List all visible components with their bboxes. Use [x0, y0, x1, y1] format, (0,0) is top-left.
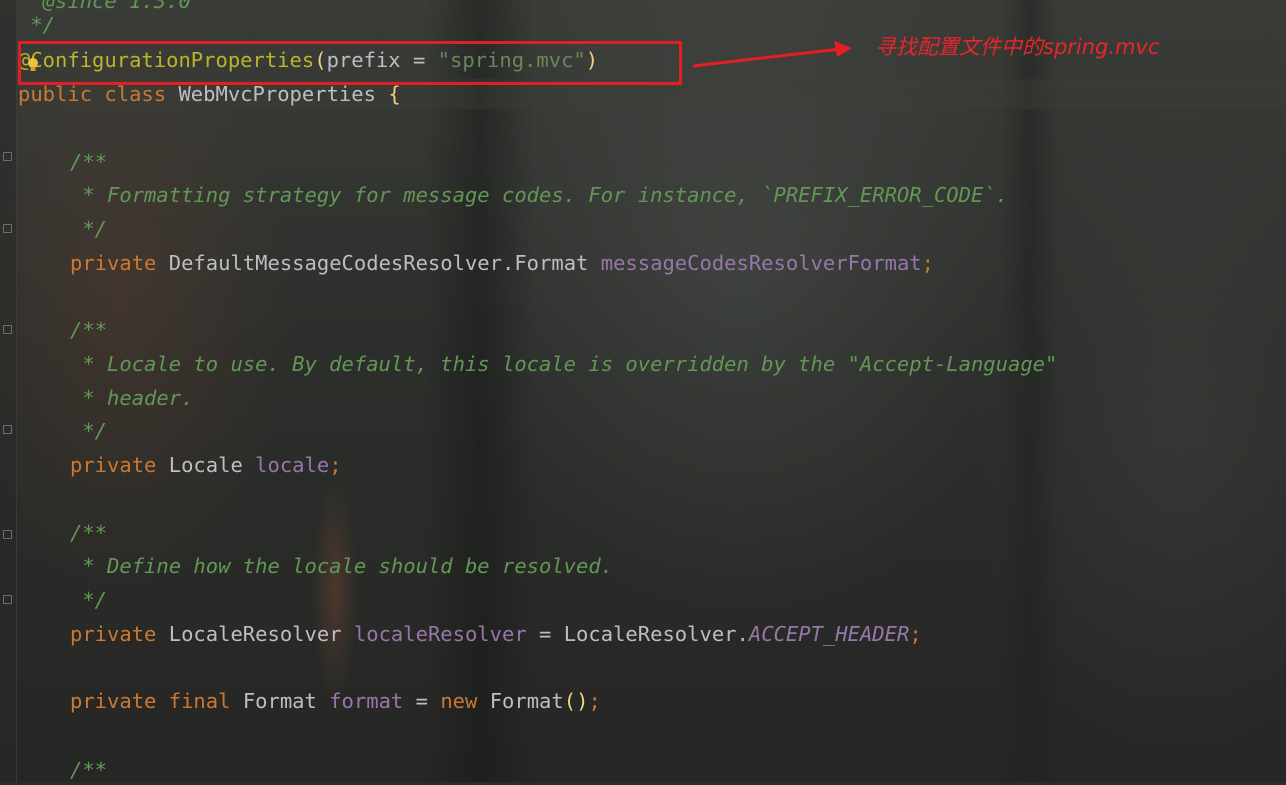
code-line: */ [70, 419, 108, 443]
code-line-field: private LocaleResolver localeResolver = … [70, 619, 922, 649]
keyword: private [70, 453, 157, 477]
constant-name: ACCEPT_HEADER [748, 622, 910, 646]
semicolon: ; [588, 689, 601, 713]
fold-marker[interactable] [3, 425, 12, 434]
highlight-box [18, 41, 682, 85]
type-name: Locale [168, 453, 243, 477]
code-line: * Locale to use. By default, this locale… [70, 352, 1058, 376]
keyword: class [104, 82, 167, 106]
fold-marker[interactable] [3, 152, 12, 161]
type-name: Format [242, 689, 317, 713]
type-name: LocaleResolver [168, 622, 342, 646]
field-name: localeResolver [353, 622, 527, 646]
brace: { [388, 82, 401, 106]
code-line: /** [70, 318, 108, 342]
field-name: locale [255, 453, 330, 477]
code-line-field: private Locale locale; [70, 450, 342, 480]
keyword: public [18, 82, 93, 106]
annotation-note: 寻找配置文件中的spring.mvc [875, 35, 1160, 59]
code-line: /** [70, 150, 108, 174]
code-line-field: private DefaultMessageCodesResolver.Form… [70, 248, 934, 278]
arrow-icon [692, 41, 852, 68]
code-line: * Formatting strategy for message codes.… [70, 183, 1008, 207]
field-name: format [329, 689, 404, 713]
code-line: /** [70, 521, 108, 545]
fold-marker[interactable] [3, 224, 12, 233]
operator: = [526, 622, 564, 646]
semicolon: ; [921, 251, 934, 275]
editor-gutter[interactable] [0, 0, 17, 782]
keyword: final [168, 689, 231, 713]
class-name: WebMvcProperties [178, 82, 376, 106]
semicolon: ; [329, 453, 342, 477]
type-name: DefaultMessageCodesResolver.Format [168, 251, 589, 275]
code-line: */ [18, 13, 56, 37]
keyword: private [70, 689, 157, 713]
semicolon: ; [909, 622, 922, 646]
fold-marker[interactable] [3, 325, 12, 334]
fold-marker[interactable] [3, 595, 12, 604]
type-name: Format [489, 689, 564, 713]
operator: = [403, 689, 441, 713]
code-line: * Define how the locale should be resolv… [70, 554, 614, 578]
code-line: /** [70, 758, 108, 782]
fold-marker[interactable] [3, 530, 12, 539]
code-line-field: private final Format format = new Format… [70, 686, 601, 716]
code-line: * header. [70, 386, 194, 410]
keyword: private [70, 622, 157, 646]
code-line: */ [70, 588, 108, 612]
keyword: new [440, 689, 478, 713]
type-name: LocaleResolver. [563, 622, 749, 646]
field-name: messageCodesResolverFormat [600, 251, 922, 275]
keyword: private [70, 251, 157, 275]
code-line: */ [70, 217, 108, 241]
parens: () [563, 689, 589, 713]
